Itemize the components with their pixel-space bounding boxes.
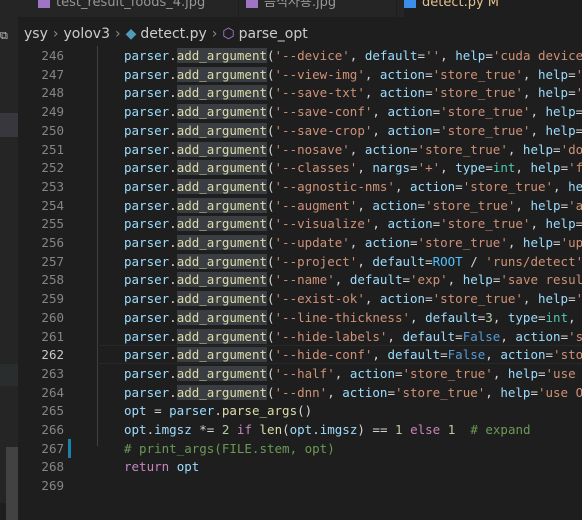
line-number: 269 [41,478,64,494]
breadcrumb-symbol-parse-opt[interactable]: parse_opt [239,26,308,42]
code-text[interactable]: parser.add_argument('--classes', nargs='… [124,158,582,177]
code-line[interactable]: 252 parser.add_argument('--classes', narg… [0,158,582,177]
line-number: 268 [41,459,64,475]
code-text[interactable]: parser.add_argument('--visualize', actio… [124,214,582,233]
line-number: 248 [41,85,64,101]
code-text[interactable]: parser.add_argument('--augment', action=… [124,196,582,215]
tab-label: 음식사용.jpg [264,0,337,10]
code-text[interactable]: parser.add_argument('--view-img', action… [124,65,582,84]
code-line[interactable]: 260 parser.add_argument('--line-thickness… [0,308,582,327]
code-line[interactable]: 248 parser.add_argument('--save-txt', act… [0,83,582,102]
breadcrumb-folder-yolov3[interactable]: yolov3 [63,26,110,42]
code-text[interactable]: parser.add_argument('--dnn', action='sto… [124,383,582,402]
line-number: 260 [41,309,64,325]
line-number: 264 [41,384,64,400]
code-line[interactable]: 261 parser.add_argument('--hide-labels', … [0,327,582,346]
line-number: 252 [41,160,64,176]
chevron-right-icon: › [52,26,59,42]
python-file-icon [404,0,416,8]
line-number: 266 [41,422,64,437]
code-text[interactable]: parser.add_argument('--agnostic-nms', ac… [124,177,582,196]
code-line[interactable]: 247 parser.add_argument('--view-img', act… [0,65,582,84]
code-line[interactable]: 268 return opt [0,457,582,476]
code-line[interactable]: 269 [0,476,582,495]
code-text[interactable]: parser.add_argument('--update', action='… [124,233,582,252]
line-number: 247 [41,66,64,82]
line-number: 259 [41,291,64,307]
code-text[interactable]: parser.add_argument('--project', default… [124,252,582,271]
code-text[interactable]: parser.add_argument('--half', action='st… [124,364,576,383]
code-text[interactable]: parser.add_argument('--save-crop', actio… [124,121,582,140]
image-file-icon [246,0,258,8]
code-line[interactable]: 254 parser.add_argument('--augment', acti… [0,196,582,215]
code-line[interactable]: 262 parser.add_argument('--hide-conf', de… [0,345,582,365]
tab-food-image[interactable]: 음식사용.jpg [246,0,397,17]
tab-detect-py[interactable]: detect.py M [404,0,582,17]
line-number: 254 [41,197,64,213]
tab-test-result-image[interactable]: test_result_foods_4.jpg [38,0,239,17]
code-text[interactable]: parser.add_argument('--exist-ok', action… [124,289,582,308]
code-text[interactable]: return opt [124,457,199,476]
code-text[interactable]: parser.add_argument('--hide-conf', defau… [124,345,582,364]
tab-label: detect.py M [422,0,500,10]
line-number: 257 [41,253,64,269]
code-text[interactable]: parser.add_argument('--hide-labels', def… [124,327,582,346]
code-line[interactable]: 264 parser.add_argument('--dnn', action='… [0,383,582,402]
breadcrumb-folder-ysy[interactable]: ysy [24,26,48,42]
code-line[interactable]: 265 opt = parser.parse_args() [0,401,582,420]
code-line[interactable]: 249 parser.add_argument('--save-conf', ac… [0,102,582,121]
line-number: 261 [41,328,64,344]
code-text[interactable]: parser.add_argument('--name', default='e… [124,270,582,289]
code-line[interactable]: 263 parser.add_argument('--half', action=… [0,364,582,383]
code-text[interactable]: parser.add_argument('--save-txt', action… [124,83,582,102]
function-symbol-icon: ⬡ [222,26,235,42]
line-number: 258 [41,272,64,288]
code-line[interactable]: 259 parser.add_argument('--exist-ok', act… [0,289,582,308]
line-number: 251 [41,141,64,157]
line-number: 262 [41,347,64,363]
chevron-right-icon: › [211,26,218,42]
copy-icon[interactable]: ⧉ [0,30,12,42]
line-number: 263 [41,365,64,381]
code-text[interactable]: parser.add_argument('--nosave', action='… [124,140,582,159]
python-file-icon: ◆ [125,26,137,42]
code-line[interactable]: 246 parser.add_argument('--device', defau… [0,46,582,65]
line-number: 255 [41,216,64,232]
code-text[interactable]: parser.add_argument('--line-thickness', … [124,308,576,327]
code-text[interactable]: opt.imgsz *= 2 if len(opt.imgsz) == 1 el… [124,420,531,439]
line-number: 250 [41,122,64,138]
code-text[interactable]: # print_args(FILE.stem, opt) [124,439,335,458]
code-line[interactable]: 251 parser.add_argument('--nosave', actio… [0,140,582,159]
code-line[interactable]: 250 parser.add_argument('--save-crop', ac… [0,121,582,140]
tab-bar: test_result_foods_4.jpg 음식사용.jpg detect.… [0,0,582,17]
code-text[interactable]: opt = parser.parse_args() [124,401,312,420]
breadcrumb-file-detect[interactable]: detect.py [140,26,206,42]
tab-label: test_result_foods_4.jpg [56,0,206,10]
code-line[interactable]: 253 parser.add_argument('--agnostic-nms',… [0,177,582,196]
line-number: 265 [41,403,64,419]
line-number: 253 [41,178,64,194]
code-text[interactable]: parser.add_argument('--device', default=… [124,46,582,65]
code-line[interactable]: 256 parser.add_argument('--update', actio… [0,233,582,252]
chevron-right-icon: › [114,26,121,42]
code-line[interactable]: 258 parser.add_argument('--name', default… [0,270,582,289]
code-line[interactable]: 257 parser.add_argument('--project', defa… [0,252,582,271]
code-line[interactable]: 255 parser.add_argument('--visualize', ac… [0,214,582,233]
line-number: 249 [41,104,64,120]
code-line[interactable]: 267 # print_args(FILE.stem, opt) [0,439,582,458]
code-text[interactable]: parser.add_argument('--save-conf', actio… [124,102,582,121]
line-number: 256 [41,235,64,250]
code-line[interactable]: 266 opt.imgsz *= 2 if len(opt.imgsz) == 1… [0,420,582,439]
line-number: 267 [41,440,64,456]
image-file-icon [38,0,50,8]
breadcrumb: ysy › yolov3 › ◆ detect.py › ⬡ parse_opt [24,24,308,44]
line-number: 246 [41,48,64,63]
